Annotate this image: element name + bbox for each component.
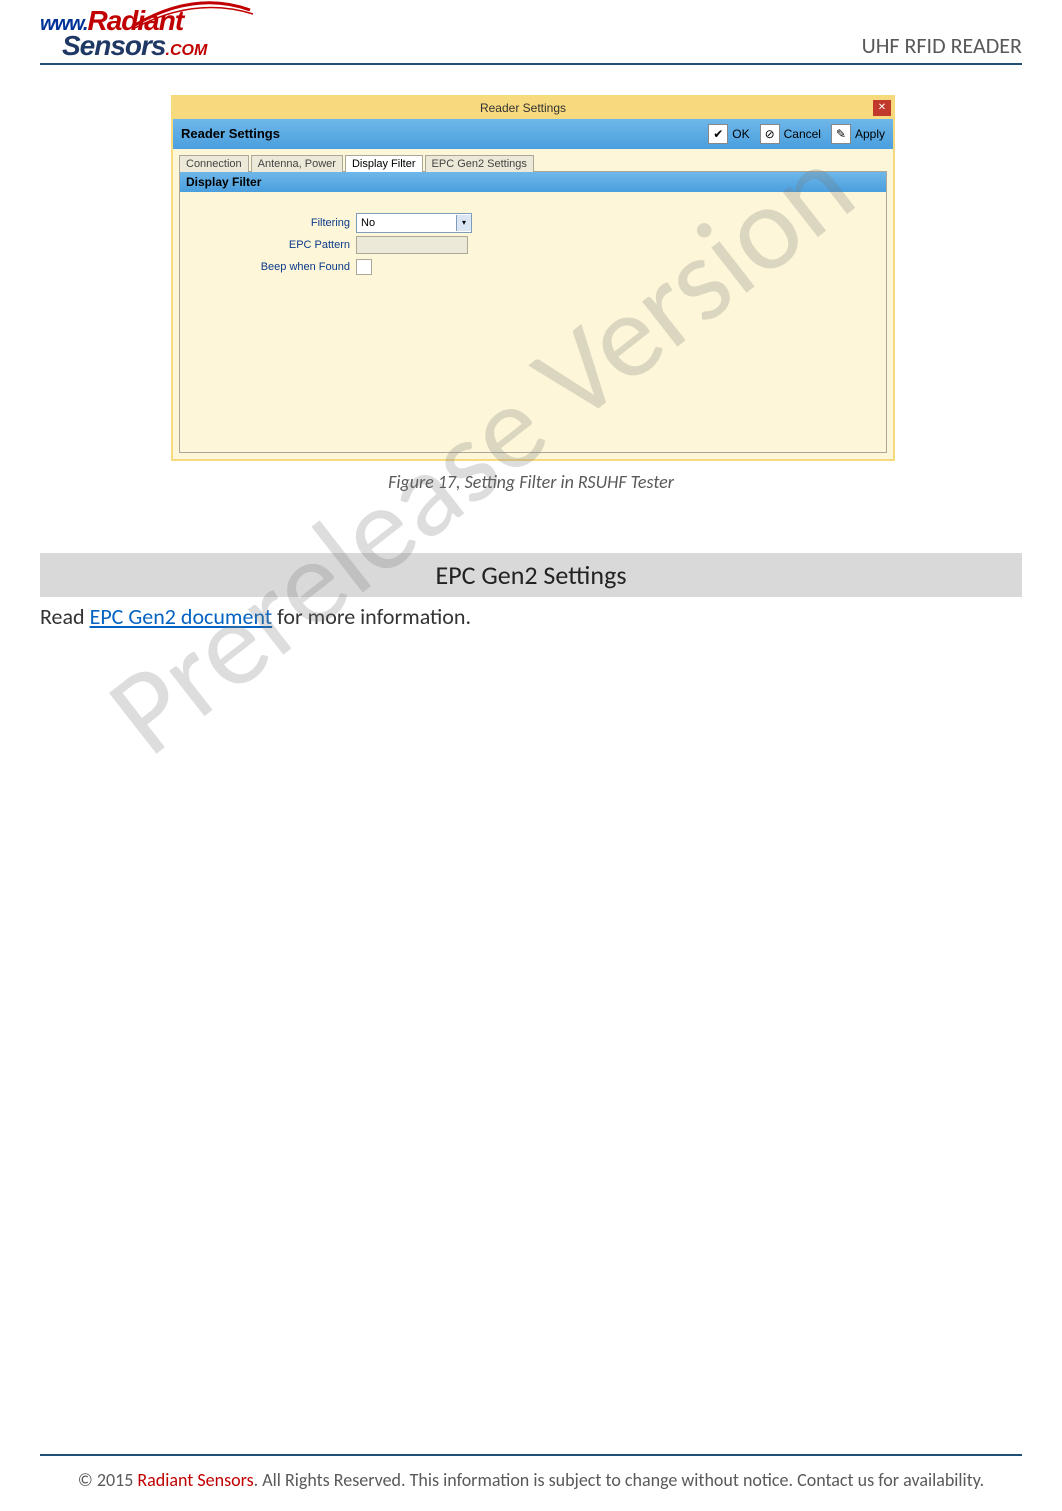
footer-prefix: © 2015 [78,1469,138,1491]
body-prefix: Read [40,603,90,630]
section-heading: EPC Gen2 Settings [40,553,1022,597]
page-header: www.Radiant Sensors.COM UHF RFID READER [40,8,1022,65]
toolbar: Reader Settings ✔ OK ⊘ Cancel ✎ Apply [173,119,893,149]
cancel-button[interactable]: ⊘ Cancel [760,124,821,144]
epc-pattern-label: EPC Pattern [180,239,356,251]
filtering-value: No [361,217,375,229]
ok-button[interactable]: ✔ OK [708,124,749,144]
footer-brand: Radiant Sensors [137,1469,253,1491]
beep-checkbox[interactable] [356,259,372,275]
tab-strip: Connection Antenna, Power Display Filter… [179,155,887,172]
body-paragraph: Read EPC Gen2 document for more informat… [40,603,1022,630]
group-title: Display Filter [180,172,886,192]
beep-label: Beep when Found [180,261,356,273]
body-suffix: for more information. [272,603,471,630]
chevron-down-icon: ▾ [456,215,471,231]
tab-antenna-power[interactable]: Antenna, Power [251,155,343,172]
epc-gen2-document-link[interactable]: EPC Gen2 document [90,603,273,630]
apply-label: Apply [855,127,885,141]
logo-arc-icon [135,0,255,30]
logo: www.Radiant Sensors.COM [40,8,207,59]
apply-icon: ✎ [831,124,851,144]
footer: © 2015 Radiant Sensors. All Rights Reser… [40,1469,1022,1491]
window-titlebar: Reader Settings ✕ [173,97,893,119]
footer-suffix: . All Rights Reserved. This information … [254,1469,985,1491]
tab-epc-gen2[interactable]: EPC Gen2 Settings [425,155,534,172]
filtering-label: Filtering [180,217,356,229]
tab-panel: Display Filter Filtering No ▾ EPC Patter… [179,171,887,453]
cancel-label: Cancel [784,127,821,141]
header-title: UHF RFID READER [862,32,1022,59]
close-icon[interactable]: ✕ [873,100,891,116]
tab-connection[interactable]: Connection [179,155,249,172]
window-title: Reader Settings [173,101,873,115]
epc-pattern-input[interactable] [356,236,468,254]
logo-com: .COM [166,42,208,59]
apply-button[interactable]: ✎ Apply [831,124,885,144]
check-icon: ✔ [708,124,728,144]
ok-label: OK [732,127,749,141]
footer-rule [40,1454,1022,1456]
cancel-icon: ⊘ [760,124,780,144]
filtering-select[interactable]: No ▾ [356,213,472,233]
logo-sensors: Sensors [62,30,166,61]
tab-display-filter[interactable]: Display Filter [345,155,423,172]
figure-screenshot: Reader Settings ✕ Reader Settings ✔ OK ⊘… [171,95,891,493]
figure-caption: Figure 17, Setting Filter in RSUHF Teste… [171,471,891,493]
toolbar-title: Reader Settings [181,126,698,141]
